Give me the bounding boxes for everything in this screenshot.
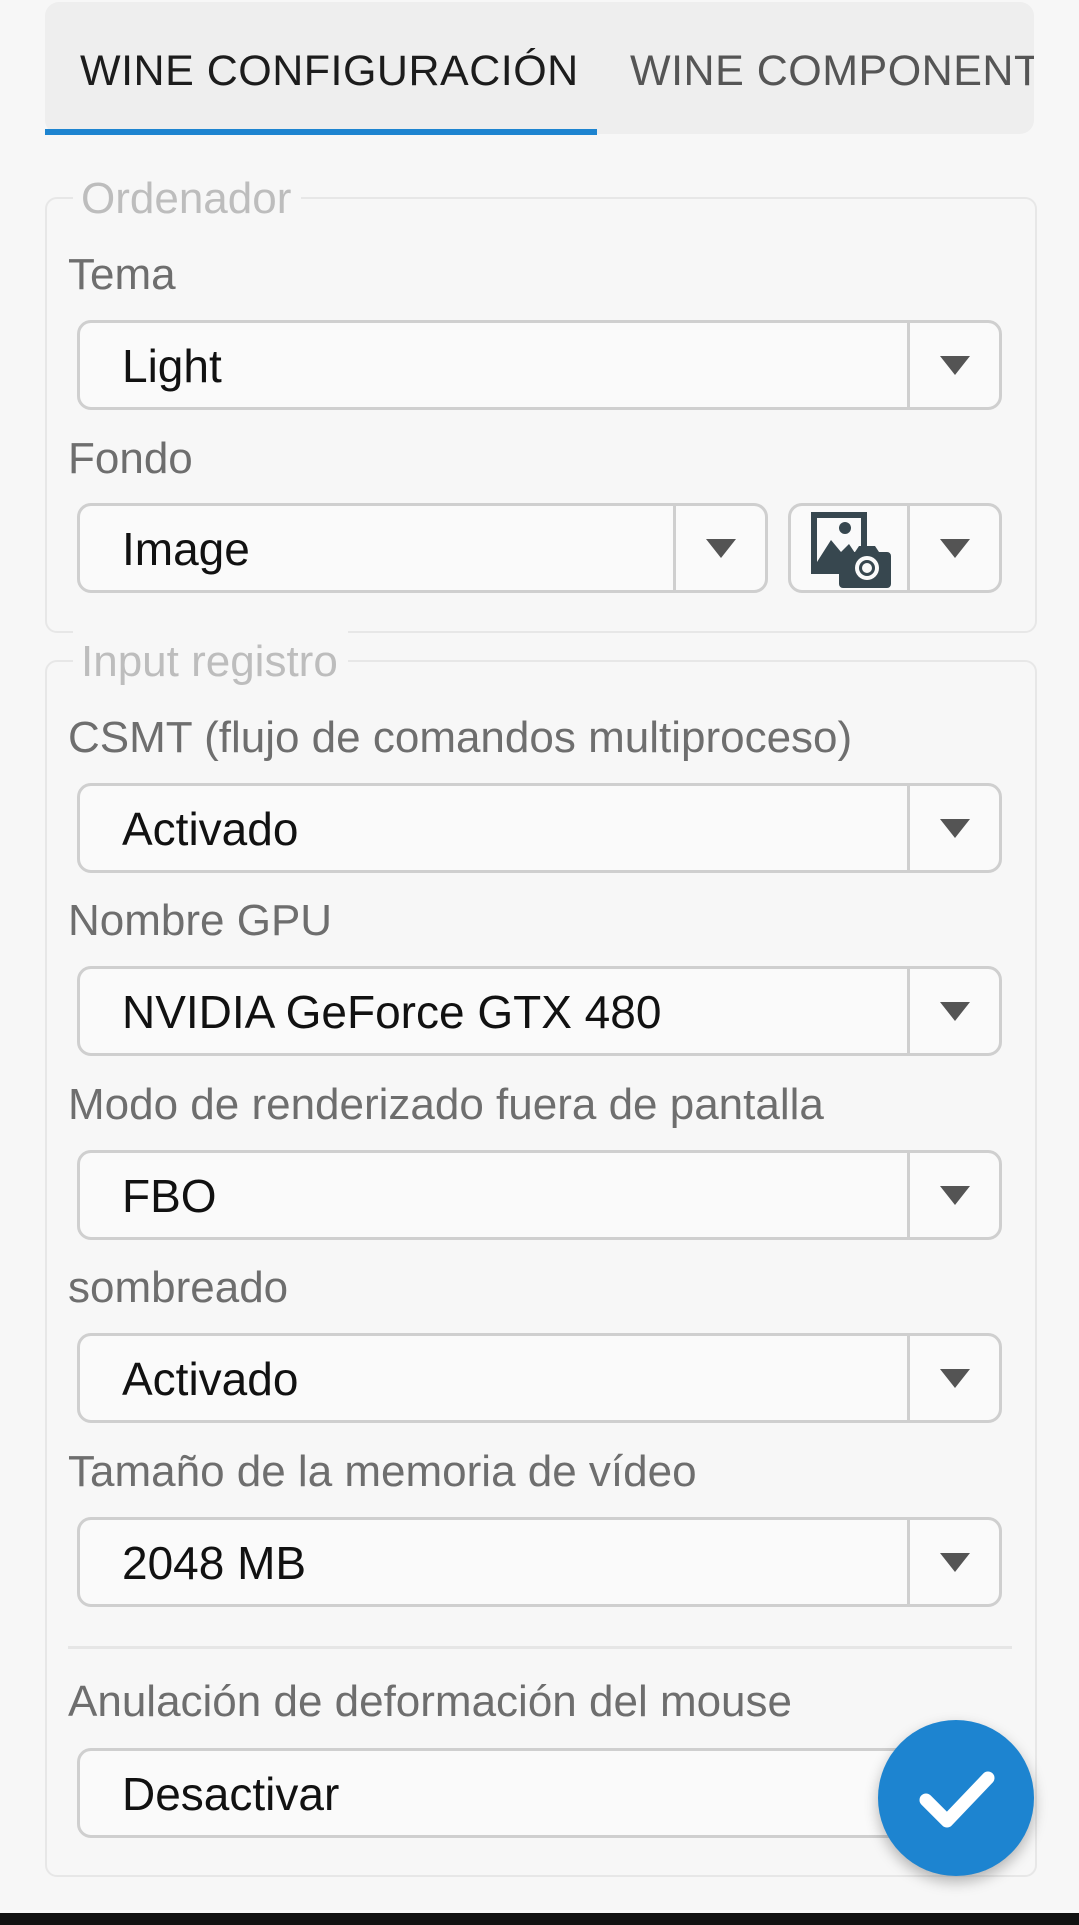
- confirm-button[interactable]: [878, 1720, 1034, 1876]
- offscreen-mode-dropdown-button[interactable]: [907, 1153, 999, 1237]
- mouse-warp-label: Anulación de deformación del mouse: [68, 1677, 793, 1726]
- shading-dropdown-button[interactable]: [907, 1336, 999, 1420]
- image-camera-icon: [791, 506, 910, 590]
- background-value: Image: [122, 523, 250, 575]
- video-memory-select[interactable]: 2048 MB: [77, 1517, 1002, 1607]
- chevron-down-icon: [939, 539, 970, 558]
- shading-label: sombreado: [68, 1263, 289, 1312]
- mouse-warp-value: Desactivar: [122, 1768, 340, 1820]
- checkmark-icon: [919, 1771, 995, 1828]
- offscreen-mode-label: Modo de renderizado fuera de pantalla: [68, 1080, 824, 1129]
- csmt-dropdown-button[interactable]: [907, 786, 999, 870]
- shading-select[interactable]: Activado: [77, 1333, 1002, 1423]
- offscreen-mode-select[interactable]: FBO: [77, 1150, 1002, 1240]
- background-dropdown-button[interactable]: [673, 506, 765, 590]
- chevron-down-icon: [939, 1002, 970, 1021]
- active-tab-indicator: [45, 129, 597, 135]
- chevron-down-icon: [939, 1553, 970, 1572]
- theme-dropdown-button[interactable]: [907, 323, 999, 407]
- background-image-picker[interactable]: [788, 503, 1002, 593]
- gpu-name-dropdown-button[interactable]: [907, 969, 999, 1053]
- gpu-name-label: Nombre GPU: [68, 896, 333, 945]
- desktop-group-legend: Ordenador: [73, 166, 302, 232]
- gpu-name-value: NVIDIA GeForce GTX 480: [122, 986, 662, 1038]
- video-memory-label: Tamaño de la memoria de vídeo: [68, 1447, 697, 1496]
- navigation-bar-edge: [0, 1913, 1079, 1925]
- gpu-name-select[interactable]: NVIDIA GeForce GTX 480: [77, 966, 1002, 1056]
- chevron-down-icon: [939, 356, 970, 375]
- tab-wine-configuration[interactable]: WINE CONFIGURACIÓN: [80, 2, 579, 134]
- image-picker-dropdown-button[interactable]: [907, 506, 999, 590]
- background-select[interactable]: Image: [77, 503, 768, 593]
- theme-label: Tema: [68, 250, 176, 299]
- csmt-label: CSMT (flujo de comandos multiproceso): [68, 713, 853, 762]
- background-label: Fondo: [68, 434, 193, 483]
- chevron-down-icon: [939, 819, 970, 838]
- registry-group-legend: Input registro: [73, 629, 348, 695]
- theme-value: Light: [122, 340, 222, 392]
- chevron-down-icon: [939, 1186, 970, 1205]
- chevron-down-icon: [705, 539, 736, 558]
- tab-bar: WINE CONFIGURACIÓN WINE COMPONENT: [45, 2, 1034, 134]
- mouse-warp-select[interactable]: Desactivar: [77, 1748, 1002, 1838]
- offscreen-mode-value: FBO: [122, 1170, 217, 1222]
- shading-value: Activado: [122, 1353, 299, 1405]
- video-memory-dropdown-button[interactable]: [907, 1520, 999, 1604]
- tab-wine-components[interactable]: WINE COMPONENT: [630, 2, 1034, 134]
- video-memory-value: 2048 MB: [122, 1537, 307, 1589]
- csmt-value: Activado: [122, 803, 299, 855]
- csmt-select[interactable]: Activado: [77, 783, 1002, 873]
- divider: [68, 1646, 1012, 1649]
- theme-select[interactable]: Light: [77, 320, 1002, 410]
- chevron-down-icon: [939, 1369, 970, 1388]
